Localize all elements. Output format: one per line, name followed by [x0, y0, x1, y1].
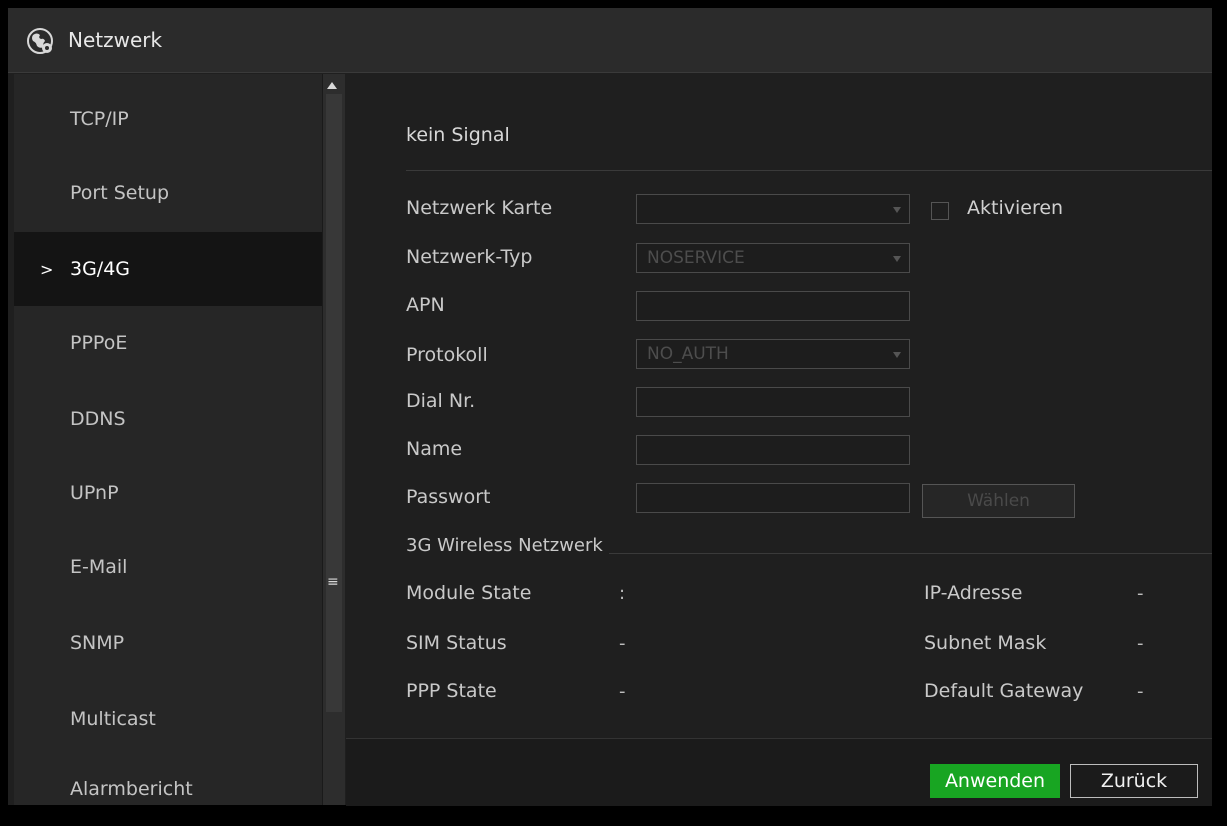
- default-gateway-label: Default Gateway: [924, 680, 1084, 702]
- protocol-label: Protokoll: [406, 344, 488, 366]
- sidebar: TCP/IP Port Setup > 3G/4G PPPoE DDNS UPn…: [14, 74, 322, 805]
- sidebar-item-multicast[interactable]: Multicast: [14, 682, 322, 756]
- sidebar-item-tcpip[interactable]: TCP/IP: [14, 82, 322, 156]
- dropdown-arrow-icon: [893, 256, 901, 262]
- sidebar-item-label: PPPoE: [70, 332, 128, 354]
- dropdown-arrow-icon: [893, 352, 901, 358]
- window-title: Netzwerk: [68, 28, 163, 52]
- sidebar-item-alarmbericht[interactable]: Alarmbericht: [14, 752, 322, 826]
- activate-checkbox[interactable]: [931, 202, 949, 220]
- sidebar-item-label: Alarmbericht: [70, 778, 193, 800]
- network-card-select[interactable]: [636, 194, 910, 224]
- network-type-value: NOSERVICE: [647, 248, 745, 268]
- ip-address-value: -: [1137, 583, 1144, 604]
- ppp-state-label: PPP State: [406, 680, 497, 702]
- scroll-up-arrow-icon[interactable]: [327, 82, 337, 89]
- sidebar-item-snmp[interactable]: SNMP: [14, 606, 322, 680]
- sim-status-label: SIM Status: [406, 632, 507, 654]
- title-bar: Netzwerk: [8, 8, 1212, 73]
- footer-bar: Anwenden Zurück: [346, 738, 1212, 806]
- module-state-value: :: [619, 583, 626, 604]
- ppp-state-value: -: [619, 681, 626, 702]
- network-type-select[interactable]: NOSERVICE: [636, 243, 910, 273]
- name-label: Name: [406, 438, 463, 460]
- sidebar-scrollbar[interactable]: ≡: [322, 74, 345, 805]
- module-state-label: Module State: [406, 582, 532, 604]
- protocol-select[interactable]: NO_AUTH: [636, 339, 910, 369]
- sidebar-item-label: E-Mail: [70, 556, 128, 578]
- protocol-value: NO_AUTH: [647, 344, 729, 364]
- network-type-label: Netzwerk-Typ: [406, 246, 533, 268]
- ip-address-label: IP-Adresse: [924, 582, 1023, 604]
- dial-nr-input[interactable]: [636, 387, 910, 417]
- subnet-mask-value: -: [1137, 633, 1144, 654]
- sidebar-item-label: Port Setup: [70, 182, 170, 204]
- sidebar-item-label: DDNS: [70, 408, 126, 430]
- password-label: Passwort: [406, 486, 491, 508]
- password-input[interactable]: [636, 483, 910, 513]
- network-globe-icon: [27, 28, 53, 54]
- choose-button[interactable]: Wählen: [922, 484, 1075, 518]
- main-panel: kein Signal Netzwerk Karte Aktivieren Ne…: [346, 74, 1212, 805]
- sidebar-item-upnp[interactable]: UPnP: [14, 456, 322, 530]
- sim-status-value: -: [619, 633, 626, 654]
- sidebar-item-label: UPnP: [70, 482, 119, 504]
- dropdown-arrow-icon: [893, 207, 901, 213]
- sidebar-item-label: TCP/IP: [70, 108, 129, 130]
- settings-window: Netzwerk TCP/IP Port Setup > 3G/4G PPPoE…: [8, 8, 1212, 806]
- apply-button[interactable]: Anwenden: [930, 764, 1060, 798]
- chevron-right-icon: >: [40, 259, 54, 279]
- network-card-label: Netzwerk Karte: [406, 197, 553, 219]
- apn-label: APN: [406, 294, 445, 316]
- sidebar-item-port-setup[interactable]: Port Setup: [14, 156, 322, 230]
- sidebar-item-label: SNMP: [70, 632, 125, 654]
- sidebar-item-pppoe[interactable]: PPPoE: [14, 306, 322, 380]
- sidebar-item-label: 3G/4G: [70, 258, 131, 280]
- activate-label: Aktivieren: [967, 197, 1064, 219]
- dial-nr-label: Dial Nr.: [406, 390, 476, 412]
- back-button[interactable]: Zurück: [1070, 764, 1198, 798]
- sidebar-item-3g4g[interactable]: > 3G/4G: [14, 232, 322, 306]
- signal-status: kein Signal: [406, 124, 510, 146]
- sidebar-item-email[interactable]: E-Mail: [14, 530, 322, 604]
- scrollbar-thumb[interactable]: [326, 94, 342, 712]
- default-gateway-value: -: [1137, 681, 1144, 702]
- subnet-mask-label: Subnet Mask: [924, 632, 1047, 654]
- sidebar-item-ddns[interactable]: DDNS: [14, 382, 322, 456]
- section-title: 3G Wireless Netzwerk: [406, 535, 609, 556]
- apn-input[interactable]: [636, 291, 910, 321]
- sidebar-item-label: Multicast: [70, 708, 156, 730]
- name-input[interactable]: [636, 435, 910, 465]
- divider: [406, 170, 1212, 171]
- grip-lines-icon: ≡: [327, 574, 339, 590]
